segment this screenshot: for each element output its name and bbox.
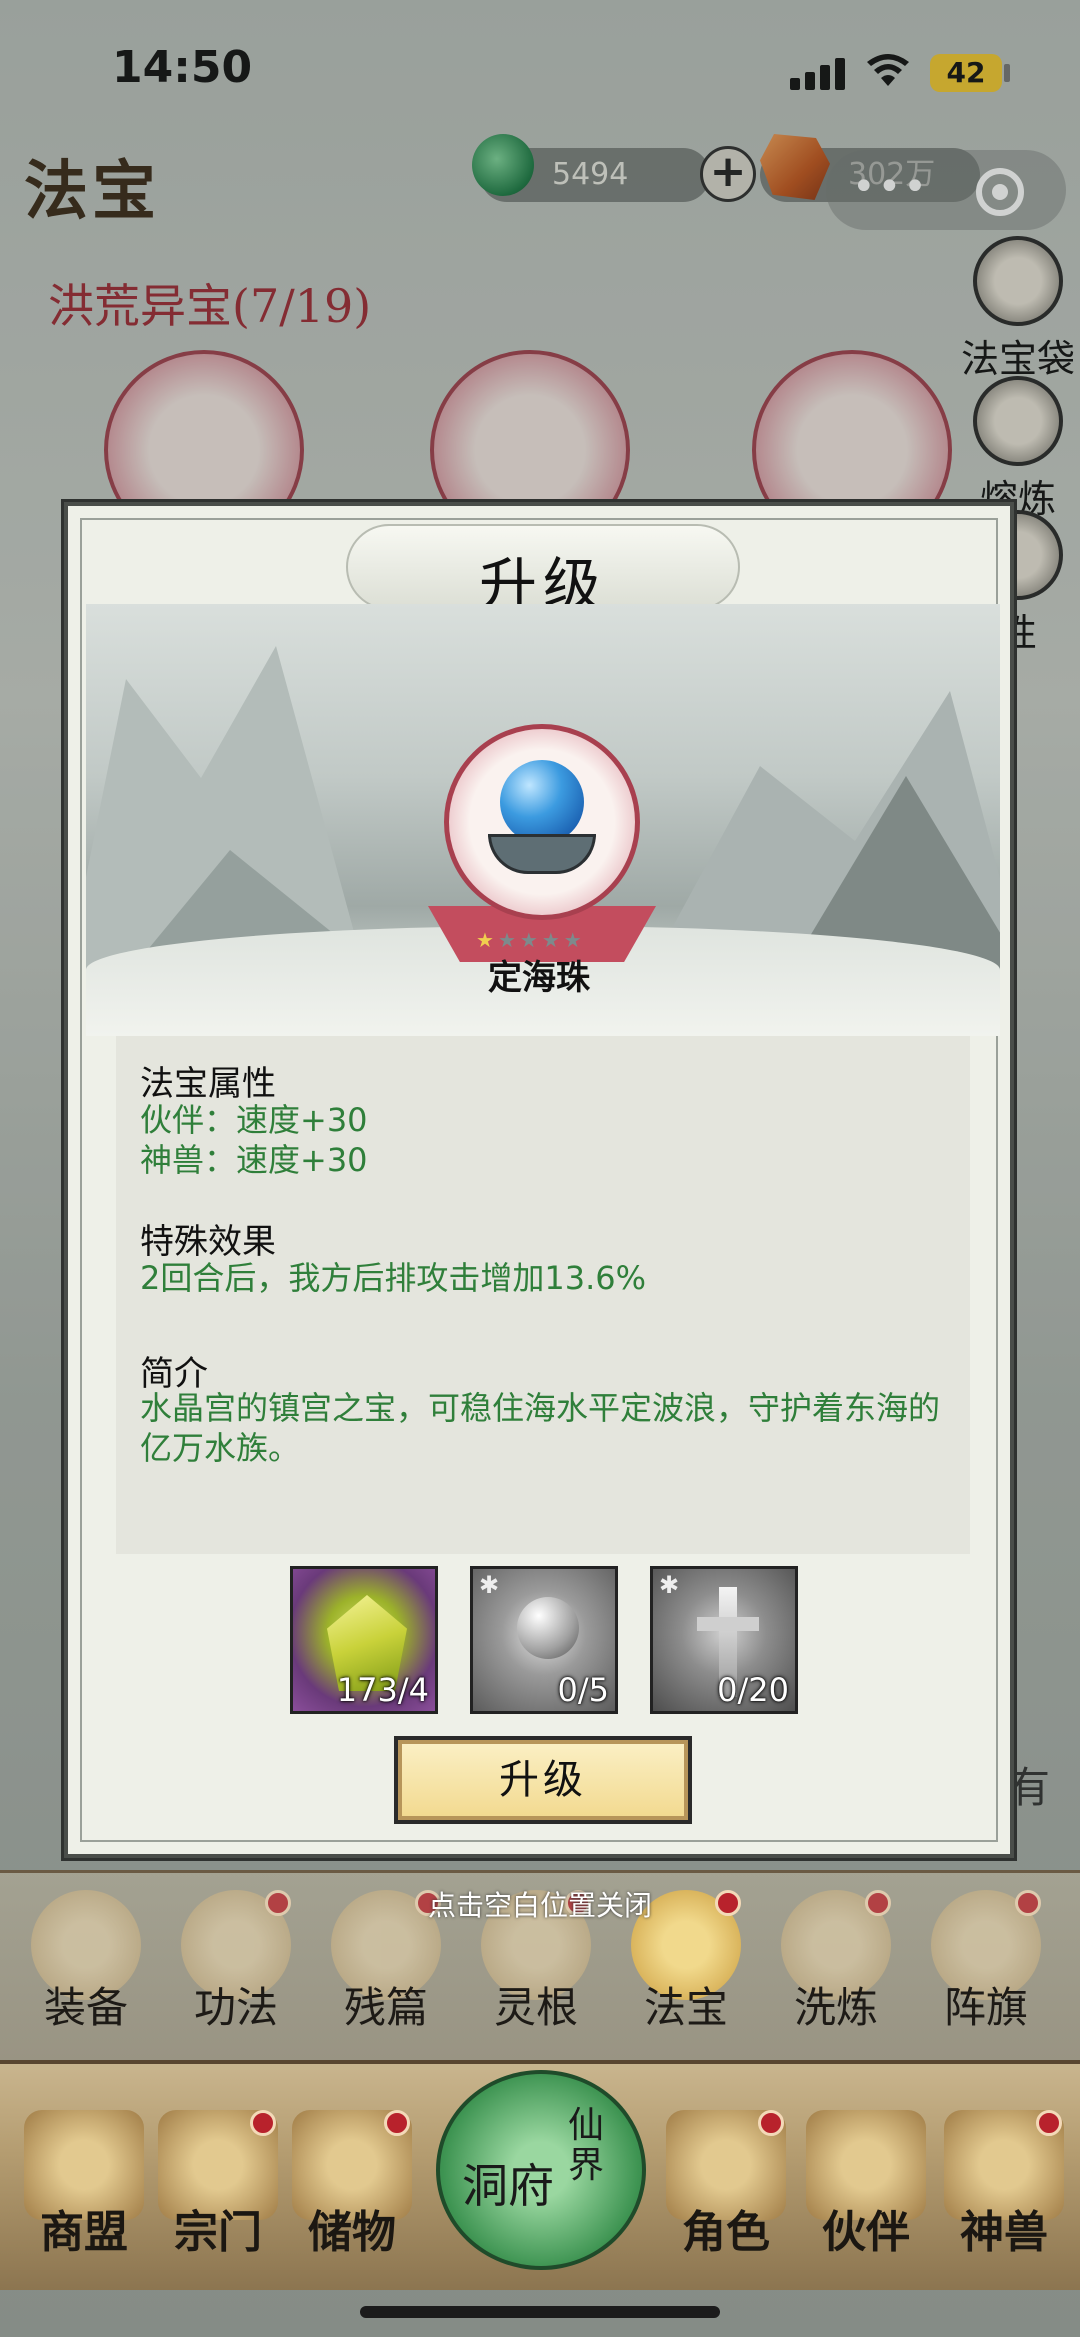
star-icon: ✱ <box>479 1571 500 1599</box>
material-slot-crystal[interactable]: 173/4 <box>290 1566 438 1714</box>
notification-dot <box>758 2110 784 2136</box>
tab-label: 阵旗 <box>943 1983 1028 2032</box>
material-count: 0/5 <box>557 1671 610 1709</box>
home-indicator <box>360 2306 720 2318</box>
nav-sect[interactable]: 宗门 <box>148 2110 288 2260</box>
notification-dot <box>250 2110 276 2136</box>
attribute-line: 神兽：速度+30 <box>140 1141 368 1179</box>
nav-storage[interactable]: 储物 <box>282 2110 422 2260</box>
notification-dot <box>1036 2110 1062 2136</box>
effect-text: 2回合后，我方后排攻击增加13.6% <box>140 1259 647 1297</box>
orb-icon <box>517 1597 579 1659</box>
material-slot-orb[interactable]: ✱ 0/5 <box>470 1566 618 1714</box>
star-empty-icon: ★ <box>563 928 586 952</box>
nav-character[interactable]: 角色 <box>656 2110 796 2260</box>
tab-label: 灵根 <box>493 1983 578 2032</box>
tab-label: 洗炼 <box>793 1983 878 2032</box>
nav-label: 角色 <box>682 2207 770 2258</box>
tab-label: 功法 <box>193 1983 278 2032</box>
star-lit-icon: ★ <box>476 928 498 952</box>
nav-center-right-label: 仙界 <box>568 2105 605 2186</box>
upgrade-button[interactable]: 升级 <box>394 1736 692 1824</box>
tab-label: 法宝 <box>643 1983 728 2032</box>
attribute-title: 法宝属性 <box>140 1064 276 1104</box>
nav-label: 伙伴 <box>822 2207 910 2258</box>
material-slot-sword[interactable]: ✱ 0/20 <box>650 1566 798 1714</box>
tab-label: 装备 <box>43 1983 128 2032</box>
tab-label: 残篇 <box>343 1983 428 2032</box>
nav-alliance[interactable]: 商盟 <box>14 2110 154 2260</box>
nav-partner[interactable]: 伙伴 <box>796 2110 936 2260</box>
nav-label: 宗门 <box>174 2207 262 2258</box>
nav-label: 神兽 <box>960 2207 1048 2258</box>
star-empty-icon: ★ <box>519 928 542 952</box>
nav-beast[interactable]: 神兽 <box>934 2110 1074 2260</box>
nav-cave-realm[interactable]: 洞府 仙界 <box>436 2070 646 2270</box>
pearl-icon <box>500 760 584 844</box>
nav-center-left-label: 洞府 <box>462 2159 554 2213</box>
intro-text: 水晶宫的镇宫之宝，可稳住海水平定波浪，守护着东海的亿万水族。 <box>140 1389 941 1467</box>
star-rating: ★★★★★ <box>476 928 586 952</box>
star-empty-icon: ★ <box>497 928 520 952</box>
star-empty-icon: ★ <box>541 928 564 952</box>
nav-label: 商盟 <box>40 2207 128 2258</box>
star-icon: ✱ <box>659 1571 680 1599</box>
treasure-info-panel: 法宝属性 伙伴：速度+30 神兽：速度+30 特殊效果 2回合后，我方后排攻击增… <box>116 1036 970 1554</box>
nav-label: 储物 <box>308 2207 396 2258</box>
notification-dot <box>384 2110 410 2136</box>
attribute-line: 伙伴：速度+30 <box>140 1101 368 1139</box>
treasure-name: 定海珠 <box>488 958 590 998</box>
effect-title: 特殊效果 <box>140 1222 276 1262</box>
material-count: 173/4 <box>336 1671 429 1709</box>
material-count: 0/20 <box>717 1671 789 1709</box>
upgrade-modal: 升级 ★★★★★ 定海珠 法宝属性 伙伴：速度+30 神兽：速度+30 特殊效果… <box>64 502 1014 1858</box>
close-hint: 点击空白位置关闭 <box>427 1889 652 1922</box>
modal-title-plate: 升级 <box>346 524 740 619</box>
